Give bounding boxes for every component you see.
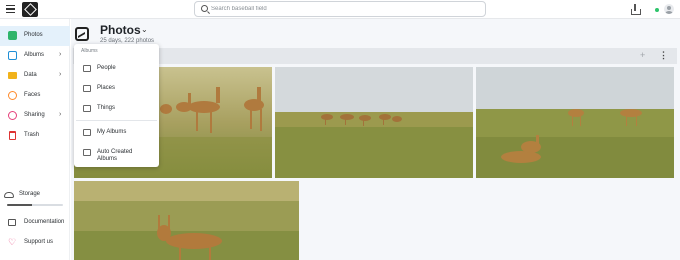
- search-icon: [201, 5, 208, 12]
- sidebar-item-faces[interactable]: Faces: [0, 86, 70, 106]
- trash-icon: [9, 131, 16, 140]
- dropdown-header: Albums: [81, 48, 98, 54]
- photo-thumbnail[interactable]: [74, 181, 299, 260]
- search-input[interactable]: [211, 3, 481, 15]
- photo-thumbnail[interactable]: [275, 67, 473, 178]
- storage-label: Storage: [19, 191, 41, 197]
- albums-dropdown-menu: Albums People Places Things My Albums Au…: [74, 44, 159, 167]
- day-header-bar: + ⋮: [73, 48, 677, 64]
- more-options-icon[interactable]: ⋮: [659, 50, 668, 61]
- page-title: Photos: [100, 23, 141, 37]
- add-icon[interactable]: +: [640, 50, 645, 60]
- sidebar-item-label: Faces: [24, 92, 41, 98]
- people-icon: [83, 65, 91, 72]
- online-status-dot: [655, 8, 659, 12]
- app-logo[interactable]: [22, 2, 38, 17]
- hamburger-menu-icon[interactable]: [6, 5, 15, 13]
- chevron-down-icon[interactable]: ⌄: [141, 25, 148, 34]
- top-bar: [0, 0, 680, 19]
- menu-item-things[interactable]: Things: [74, 100, 159, 118]
- sidebar-item-label: Data: [24, 72, 37, 78]
- sidebar-item-label: Albums: [24, 52, 45, 58]
- menu-divider: [76, 120, 157, 121]
- book-icon: [8, 219, 16, 226]
- menu-item-people[interactable]: People: [74, 60, 159, 78]
- folder-icon: [8, 72, 17, 79]
- chevron-right-icon: ›: [59, 51, 62, 58]
- sidebar-item-trash[interactable]: Trash: [0, 126, 70, 146]
- sidebar-item-albums[interactable]: Albums ›: [0, 46, 70, 66]
- face-icon: [8, 91, 17, 100]
- map-icon: [83, 85, 91, 92]
- bookmark-icon: [83, 129, 91, 136]
- menu-item-label: Auto Created Albums: [97, 149, 133, 162]
- menu-item-label: My Albums: [97, 129, 127, 135]
- photos-icon: [8, 31, 17, 40]
- documentation-link[interactable]: Documentation: [24, 219, 64, 225]
- storage-progress-bar: [7, 204, 63, 206]
- tag-icon: [83, 105, 91, 112]
- auto-album-icon: [83, 149, 91, 156]
- sidebar-item-label: Trash: [24, 132, 40, 138]
- menu-item-auto-created-albums[interactable]: Auto Created Albums: [74, 144, 159, 164]
- photo-thumbnail[interactable]: [476, 67, 674, 178]
- chevron-right-icon: ›: [59, 71, 62, 78]
- sidebar: Photos Albums › Data › Faces Sharing › T…: [0, 19, 70, 260]
- menu-item-places[interactable]: Places: [74, 80, 159, 98]
- albums-icon: [8, 51, 17, 60]
- menu-item-my-albums[interactable]: My Albums: [74, 124, 159, 142]
- sidebar-item-sharing[interactable]: Sharing ›: [0, 106, 70, 126]
- photos-title-icon: [75, 27, 89, 41]
- sidebar-item-data[interactable]: Data ›: [0, 66, 70, 86]
- sidebar-item-label: Photos: [24, 32, 43, 38]
- share-icon: [8, 111, 17, 120]
- cloud-icon: [4, 192, 14, 198]
- search-bar[interactable]: [194, 1, 486, 17]
- sidebar-item-label: Sharing: [24, 112, 45, 118]
- heart-icon: ♡: [8, 237, 17, 247]
- menu-item-label: Places: [97, 85, 116, 91]
- chevron-right-icon: ›: [59, 111, 62, 118]
- storage-progress-fill: [7, 204, 33, 206]
- support-link[interactable]: Support us: [24, 239, 53, 245]
- menu-item-label: Things: [97, 105, 116, 111]
- user-avatar[interactable]: [664, 4, 674, 14]
- upload-icon[interactable]: [631, 4, 641, 15]
- sidebar-item-photos[interactable]: Photos: [0, 26, 70, 46]
- menu-item-label: People: [97, 65, 116, 71]
